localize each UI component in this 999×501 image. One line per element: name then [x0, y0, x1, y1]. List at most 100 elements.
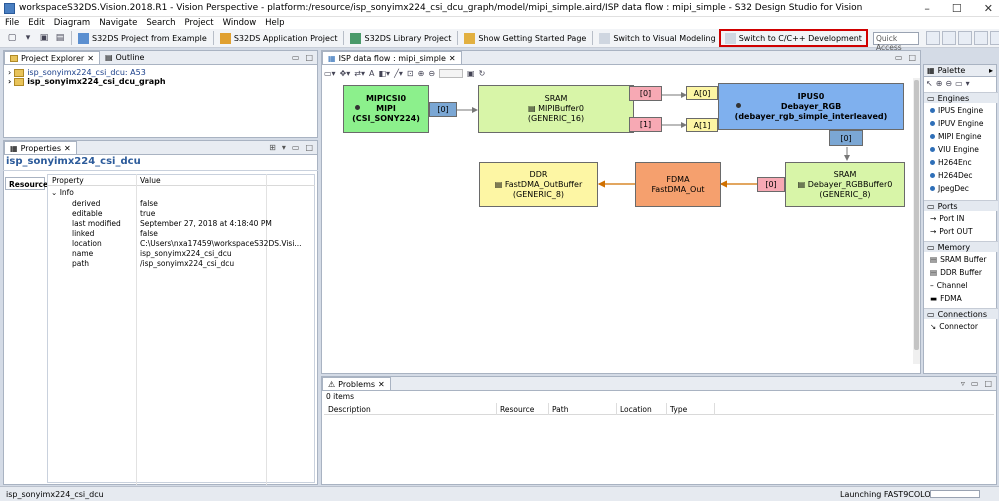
tab-outline[interactable]: ▤ Outline	[100, 51, 150, 64]
palette-section-memory[interactable]: ▭ Memory	[924, 241, 998, 252]
port-sram2-out-0[interactable]: [0]	[757, 177, 785, 192]
port-ipus-out-0[interactable]: [0]	[829, 130, 863, 146]
note-icon[interactable]: ▭	[955, 79, 963, 88]
maximize-view-icon[interactable]: □	[984, 379, 992, 388]
s32ds-library-project-button[interactable]: S32DS Library Project	[347, 31, 454, 46]
main-toolbar: ▢ ▾ ▣ ▤ S32DS Project from Example S32DS…	[0, 29, 999, 48]
scroll-thumb[interactable]	[914, 80, 919, 350]
menu-navigate[interactable]: Navigate	[99, 18, 137, 28]
channel-icon: –	[930, 281, 934, 290]
palette-item-jpegdec[interactable]: JpegDec	[930, 184, 969, 193]
outline-icon: ▤	[104, 53, 113, 62]
perspective-vision-icon[interactable]	[942, 31, 956, 45]
palette-item-connector[interactable]: ↘ Connector	[930, 322, 978, 331]
port-ipus-in-a1[interactable]: A[1]	[686, 118, 718, 132]
close-icon[interactable]: ✕	[87, 54, 94, 63]
pin-icon[interactable]: ⊞	[269, 143, 276, 152]
open-perspective-icon[interactable]	[926, 31, 940, 45]
palette-section-engines[interactable]: ▭ Engines	[924, 92, 998, 103]
menu-window[interactable]: Window	[223, 18, 257, 28]
port-ipus-in-a0[interactable]: A[0]	[686, 86, 718, 100]
tab-resource[interactable]: Resource	[5, 177, 48, 190]
select-tool-icon[interactable]: ↖	[926, 79, 933, 88]
node-sram-mipibuffer0[interactable]: SRAM ▤ MIPIBuffer0 (GENERIC_16)	[478, 85, 634, 133]
palette-item-ipus-engine[interactable]: IPUS Engine	[930, 106, 983, 115]
quick-access-input[interactable]: Quick Access	[873, 32, 919, 52]
show-getting-started-page-button[interactable]: Show Getting Started Page	[461, 31, 589, 46]
palette-panel: ▦ Palette ▸ ↖ ⊕ ⊖ ▭ ▾ ▭ Engines IPUS Engine IPU…	[923, 64, 998, 374]
palette-item-mipi-engine[interactable]: MIPI Engine	[930, 132, 982, 141]
col-type[interactable]: Type	[670, 405, 687, 414]
maximize-view-icon[interactable]: □	[305, 143, 313, 152]
col-location[interactable]: Location	[620, 405, 652, 414]
zoom-in-icon[interactable]: ⊕	[936, 79, 943, 88]
chevron-down-icon[interactable]: ▾	[22, 32, 34, 44]
switch-to-visual-modeling-button[interactable]: Switch to Visual Modeling	[596, 31, 718, 46]
node-mipicsi0[interactable]: MIPICSI0 MIPI (CSI_SONY224)	[343, 85, 429, 133]
palette-item-viu-engine[interactable]: VIU Engine	[930, 145, 979, 154]
menu-diagram[interactable]: Diagram	[54, 18, 91, 28]
new-icon[interactable]: ▢	[6, 32, 18, 44]
node-ddr-fastdma-outbuffer[interactable]: DDR ▤ FastDMA_OutBuffer (GENERIC_8)	[479, 162, 598, 207]
palette-item-fdma[interactable]: ▬ FDMA	[930, 294, 962, 303]
node-sram-debayer-rgbbuffer0[interactable]: SRAM ▤ Debayer_RGBBuffer0 (GENERIC_8)	[785, 162, 905, 207]
minimize-button[interactable]: –	[924, 2, 930, 15]
filter-icon[interactable]: ▿	[961, 379, 965, 388]
port-mipi-out-0[interactable]: [0]	[429, 102, 457, 117]
tab-project-explorer[interactable]: Project Explorer ✕	[4, 51, 100, 64]
menu-edit[interactable]: Edit	[28, 18, 44, 28]
menu-search[interactable]: Search	[146, 18, 175, 28]
port-sram-out-0[interactable]: [0]	[629, 86, 662, 101]
palette-item-ipuv-engine[interactable]: IPUV Engine	[930, 119, 983, 128]
node-fdma-fastdma-out[interactable]: FDMA FastDMA_Out	[635, 162, 721, 207]
port-sram-out-1[interactable]: [1]	[629, 117, 662, 132]
node-ipus0[interactable]: IPUS0 Debayer_RGB (debayer_rgb_simple_inte…	[718, 83, 904, 130]
palette-item-port-out[interactable]: → Port OUT	[930, 227, 973, 236]
group-info[interactable]: ⌄ Info	[51, 188, 74, 197]
text-icon[interactable]: ▾	[966, 79, 970, 88]
palette-item-h264dec[interactable]: H264Dec	[930, 171, 972, 180]
zoom-out-icon[interactable]: ⊖	[945, 79, 952, 88]
s32ds-application-project-button[interactable]: S32DS Application Project	[217, 31, 341, 46]
switch-to-cpp-development-button[interactable]: Switch to C/C++ Development	[718, 29, 868, 47]
maximize-view-icon[interactable]: □	[305, 53, 313, 62]
save-all-icon[interactable]: ▤	[54, 32, 66, 44]
tree-item-project-graph[interactable]: › isp_sonyimx224_csi_dcu_graph	[8, 77, 166, 86]
palette-section-connections[interactable]: ▭ Connections	[924, 308, 998, 319]
editor-vscrollbar[interactable]	[913, 78, 920, 364]
s32ds-project-from-example-button[interactable]: S32DS Project from Example	[75, 31, 210, 46]
palette-item-h264enc[interactable]: H264Enc	[930, 158, 972, 167]
maximize-button[interactable]: ☐	[952, 2, 962, 15]
col-property[interactable]: Property	[52, 176, 84, 185]
close-button[interactable]: ✕	[984, 2, 993, 15]
perspective-modeling-icon[interactable]	[990, 31, 999, 45]
save-icon[interactable]: ▣	[38, 32, 50, 44]
perspective-debug-icon[interactable]	[974, 31, 988, 45]
chevron-right-icon[interactable]: ›	[8, 68, 11, 77]
close-icon[interactable]: ✕	[378, 380, 385, 389]
minimize-view-icon[interactable]: ▭	[292, 143, 300, 152]
col-description[interactable]: Description	[328, 405, 371, 414]
close-icon[interactable]: ✕	[64, 144, 71, 153]
col-resource[interactable]: Resource	[500, 405, 534, 414]
chevron-right-icon[interactable]: ›	[8, 77, 11, 86]
palette-item-channel[interactable]: – Channel	[930, 281, 968, 290]
palette-menu-icon[interactable]: ▸	[989, 66, 993, 75]
palette-section-ports[interactable]: ▭ Ports	[924, 200, 998, 211]
tab-properties[interactable]: ▦ Properties ✕	[4, 141, 77, 154]
tree-item-project-a53[interactable]: › isp_sonyimx224_csi_dcu: A53	[8, 68, 146, 77]
minimize-view-icon[interactable]: ▭	[292, 53, 300, 62]
palette-item-ddr-buffer[interactable]: ▤ DDR Buffer	[930, 268, 982, 277]
menu-project[interactable]: Project	[185, 18, 214, 28]
perspective-cpp-icon[interactable]	[958, 31, 972, 45]
col-path[interactable]: Path	[552, 405, 568, 414]
minimize-view-icon[interactable]: ▭	[971, 379, 979, 388]
palette-item-sram-buffer[interactable]: ▤ SRAM Buffer	[930, 255, 987, 264]
chevron-down-icon[interactable]: ⌄	[51, 188, 57, 197]
menu-file[interactable]: File	[5, 18, 19, 28]
palette-item-port-in[interactable]: → Port IN	[930, 214, 964, 223]
chevron-down-icon[interactable]: ▾	[282, 143, 286, 152]
tab-problems[interactable]: ⚠ Problems ✕	[322, 377, 391, 390]
col-value[interactable]: Value	[140, 176, 161, 185]
menu-help[interactable]: Help	[265, 18, 284, 28]
